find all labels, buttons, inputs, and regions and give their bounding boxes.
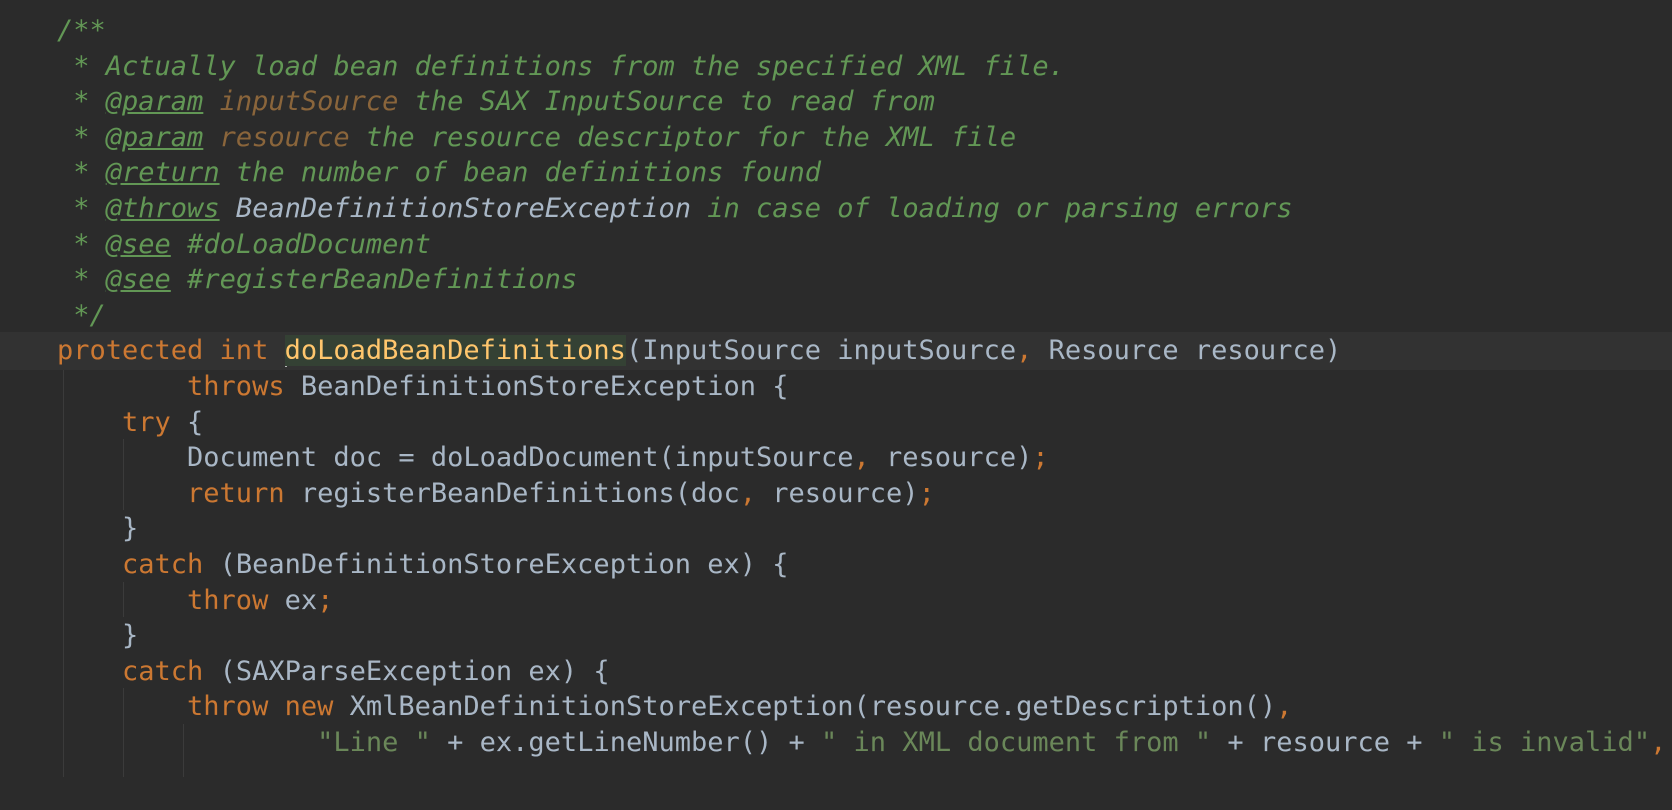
- code-token: Resource resource): [1048, 335, 1342, 367]
- code-token: ,: [1650, 727, 1667, 758]
- code-token: (InputSource inputSource: [625, 335, 1017, 367]
- code-token: + ex.getLineNumber() +: [430, 727, 822, 758]
- code-line[interactable]: * @see #doLoadDocument: [0, 226, 1672, 264]
- code-token: ;: [918, 477, 935, 509]
- code-token: + resource +: [1211, 727, 1439, 758]
- code-editor[interactable]: /** * Actually load bean definitions fro…: [0, 0, 1672, 810]
- code-line[interactable]: throws BeanDefinitionStoreException {: [0, 368, 1672, 406]
- code-token: @return: [105, 157, 220, 189]
- code-line[interactable]: /**: [0, 12, 1672, 50]
- code-line[interactable]: "Line " + ex.getLineNumber() + " in XML …: [0, 724, 1672, 762]
- code-line[interactable]: * @return the number of bean definitions…: [0, 154, 1672, 192]
- code-token: registerBeanDefinitions(doc: [300, 477, 740, 509]
- code-token: *: [57, 157, 106, 189]
- code-token: try: [57, 406, 188, 438]
- code-token: {: [187, 406, 204, 438]
- code-line[interactable]: throw ex;: [0, 582, 1672, 620]
- code-token: @param: [105, 86, 204, 118]
- code-token: "Line ": [317, 727, 431, 758]
- code-token: @throws: [105, 193, 220, 224]
- code-token: catch: [57, 655, 220, 687]
- code-line[interactable]: catch (SAXParseException ex) {: [0, 653, 1672, 691]
- code-token: */: [57, 299, 106, 331]
- code-line[interactable]: * Actually load bean definitions from th…: [0, 48, 1672, 86]
- code-token: #doLoadDocument: [170, 228, 431, 260]
- highlighted-identifier: doLoadBeanDefinitions: [284, 335, 626, 367]
- code-token: @see: [105, 264, 171, 296]
- code-token: }: [57, 513, 139, 545]
- code-token: /**: [57, 15, 106, 46]
- code-token: ;: [317, 584, 334, 616]
- code-token: throws: [57, 371, 301, 402]
- code-token: in case of loading or parsing errors: [691, 193, 1293, 224]
- code-line[interactable]: Document doc = doLoadDocument(inputSourc…: [0, 439, 1672, 477]
- code-line[interactable]: protected int doLoadBeanDefinitions(Inpu…: [0, 332, 1672, 371]
- code-line[interactable]: return registerBeanDefinitions(doc, reso…: [0, 475, 1672, 513]
- code-token: throw: [57, 584, 285, 616]
- code-token: inputSource: [203, 86, 399, 118]
- code-token: ex: [284, 584, 318, 616]
- code-token: ;: [1032, 442, 1049, 474]
- code-token: BeanDefinitionStoreException {: [300, 371, 789, 402]
- code-token: ,: [1016, 335, 1049, 367]
- code-line[interactable]: * @param inputSource the SAX InputSource…: [0, 83, 1672, 121]
- code-token: *: [57, 228, 106, 260]
- code-token: #registerBeanDefinitions: [170, 264, 578, 296]
- code-token: ,: [1276, 691, 1293, 723]
- code-token: catch: [57, 549, 220, 580]
- code-token: ,: [853, 442, 887, 474]
- code-token: return: [57, 477, 301, 509]
- code-token: resource): [772, 477, 919, 509]
- code-token: BeanDefinitionStoreException: [235, 193, 691, 224]
- code-token: the resource descriptor for the XML file: [349, 121, 1017, 153]
- code-token: *: [57, 86, 106, 118]
- code-token: protected int: [57, 335, 285, 367]
- code-token: Document doc = doLoadDocument(inputSourc…: [57, 442, 854, 474]
- code-line[interactable]: * @see #registerBeanDefinitions: [0, 261, 1672, 299]
- code-line[interactable]: }: [0, 617, 1672, 655]
- code-line[interactable]: */: [0, 297, 1672, 335]
- code-token: resource): [886, 442, 1033, 474]
- code-line[interactable]: try {: [0, 404, 1672, 442]
- code-token: * Actually load bean definitions from th…: [57, 50, 1065, 82]
- code-token: XmlBeanDefinitionStoreException(resource…: [349, 691, 1277, 723]
- code-token: throw new: [57, 691, 350, 723]
- code-line[interactable]: catch (BeanDefinitionStoreException ex) …: [0, 546, 1672, 584]
- code-token: }: [57, 620, 139, 652]
- code-token: (BeanDefinitionStoreException ex) {: [219, 549, 789, 580]
- code-token: *: [57, 193, 106, 224]
- code-token: *: [57, 121, 106, 153]
- code-line[interactable]: }: [0, 510, 1672, 548]
- code-token: " in XML document from ": [821, 727, 1212, 758]
- code-token: ,: [739, 477, 773, 509]
- code-line[interactable]: * @throws BeanDefinitionStoreException i…: [0, 190, 1672, 228]
- code-token: @see: [105, 228, 171, 260]
- code-token: *: [57, 264, 106, 296]
- code-token: @param: [105, 121, 204, 153]
- code-token: the number of bean definitions found: [219, 157, 822, 189]
- code-token: " is invalid": [1438, 727, 1651, 758]
- code-token: the SAX InputSource to read from: [398, 86, 935, 118]
- code-line[interactable]: * @param resource the resource descripto…: [0, 119, 1672, 157]
- code-token: resource: [203, 121, 350, 153]
- code-token: (SAXParseException ex) {: [219, 655, 610, 687]
- code-line[interactable]: throw new XmlBeanDefinitionStoreExceptio…: [0, 688, 1672, 726]
